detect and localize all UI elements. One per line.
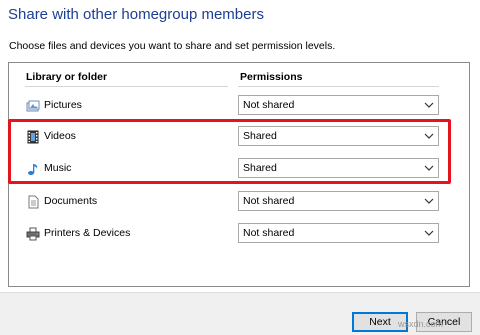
permissions-column-header: Permissions <box>240 71 303 83</box>
list-item-printers-devices: Printers & Devices Not shared <box>9 223 469 245</box>
printer-icon <box>26 227 40 241</box>
pictures-icon <box>26 100 40 112</box>
list-item-documents: Documents Not shared <box>9 191 469 213</box>
select-value: Not shared <box>243 195 295 207</box>
select-value: Not shared <box>243 227 295 239</box>
library-column-header: Library or folder <box>26 71 108 83</box>
pictures-permission-select[interactable]: Not shared <box>238 95 439 115</box>
chevron-down-icon <box>424 230 434 236</box>
dialog-title: Share with other homegroup members <box>8 6 264 23</box>
documents-permission-select[interactable]: Not shared <box>238 191 439 211</box>
printers-permission-select[interactable]: Not shared <box>238 223 439 243</box>
list-item-label: Pictures <box>44 99 82 111</box>
select-value: Not shared <box>243 99 295 111</box>
documents-icon <box>28 195 39 209</box>
list-item-pictures: Pictures Not shared <box>9 95 469 117</box>
header-divider <box>238 86 439 87</box>
list-item-label: Documents <box>44 195 98 207</box>
chevron-down-icon <box>424 102 434 108</box>
list-item-label: Printers & Devices <box>44 227 131 239</box>
chevron-down-icon <box>424 198 434 204</box>
instructions-text: Choose files and devices you want to sha… <box>9 40 336 52</box>
annotation-highlight-box <box>8 119 451 184</box>
watermark: wsxdn.com <box>398 319 444 329</box>
header-divider <box>25 86 228 87</box>
